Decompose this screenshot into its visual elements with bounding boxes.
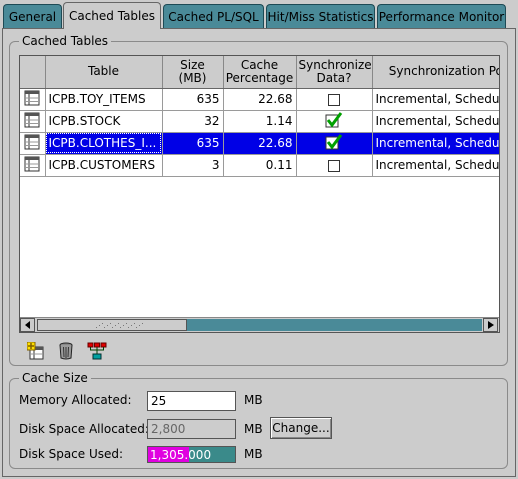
cell-size: 635 <box>162 132 224 155</box>
cell-sync-checkbox[interactable] <box>296 88 373 111</box>
column-header-table[interactable]: Table <box>45 56 163 89</box>
add-table-icon[interactable] <box>25 340 47 362</box>
cell-cache-percentage: 22.68 <box>223 132 297 155</box>
cell-table-name: ICPB.STOCK <box>45 110 163 133</box>
sync-checkbox-unchecked[interactable] <box>328 159 340 172</box>
column-header-synchronization-policy[interactable]: Synchronization Policy <box>372 56 499 89</box>
cached-tables-table: Table Size (MB) Cache Percentage Synchro… <box>19 55 500 333</box>
disk-space-allocated-input: 2,800 <box>147 419 236 439</box>
memory-allocated-input[interactable]: 25 <box>147 391 236 411</box>
scrollbar-thumb[interactable] <box>37 319 187 331</box>
table-grid-icon <box>20 110 46 133</box>
tab-hit-miss-statistics[interactable]: Hit/Miss Statistics <box>266 4 375 28</box>
delete-trash-icon[interactable] <box>55 340 77 362</box>
table-row[interactable]: ICPB.CUSTOMERS 3 0.11 Incremental, Sched… <box>20 154 499 177</box>
disk-space-allocated-label: Disk Space Allocated: <box>19 422 149 436</box>
cell-size: 32 <box>162 110 224 133</box>
table-row[interactable]: ICPB.TOY_ITEMS 635 22.68 Incremental, Sc… <box>20 88 499 111</box>
checkmark-icon[interactable] <box>325 111 343 131</box>
change-button[interactable]: Change... <box>270 417 332 439</box>
cell-sync-checkbox[interactable] <box>296 110 373 133</box>
table-row-selected[interactable]: ICPB.CLOTHES_I... 635 22.68 Incremental,… <box>20 132 499 155</box>
disk-used-unit: MB <box>244 447 263 461</box>
sync-hierarchy-icon[interactable] <box>86 340 108 362</box>
cache-admin-window: General Cached Tables Cached PL/SQL Hit/… <box>0 0 518 479</box>
tab-general[interactable]: General <box>3 4 62 28</box>
cell-table-name: ICPB.CLOTHES_I... <box>45 132 163 155</box>
disk-space-used-label: Disk Space Used: <box>19 447 124 461</box>
cell-sync-policy: Incremental, Scheduled <box>372 88 499 111</box>
scroll-right-arrow-icon[interactable] <box>483 318 498 332</box>
column-header-icon[interactable] <box>20 56 46 89</box>
tab-strip: General Cached Tables Cached PL/SQL Hit/… <box>0 0 518 29</box>
cache-size-group-title: Cache Size <box>19 371 91 385</box>
disk-space-used-value: 1,305.000 <box>150 448 212 462</box>
cell-sync-policy: Incremental, Scheduled <box>372 110 499 133</box>
table-grid-icon <box>20 88 46 111</box>
column-header-cache-percentage[interactable]: Cache Percentage <box>223 56 297 89</box>
tab-cached-plsql[interactable]: Cached PL/SQL <box>163 4 264 28</box>
cell-cache-percentage: 22.68 <box>223 88 297 111</box>
cell-sync-checkbox[interactable] <box>296 154 373 177</box>
cell-table-name: ICPB.CUSTOMERS <box>45 154 163 177</box>
column-header-synchronize-data[interactable]: Synchronize Data? <box>296 56 373 89</box>
scroll-left-arrow-icon[interactable] <box>20 318 35 332</box>
sync-checkbox-unchecked[interactable] <box>328 93 340 106</box>
memory-unit: MB <box>244 393 263 407</box>
scrollbar-track[interactable] <box>187 319 482 331</box>
table-row[interactable]: ICPB.STOCK 32 1.14 Incremental, Schedule… <box>20 110 499 133</box>
cached-tables-group-title: Cached Tables <box>19 34 112 48</box>
cell-cache-percentage: 0.11 <box>223 154 297 177</box>
cell-sync-checkbox[interactable] <box>296 132 373 155</box>
scrollbar-grip-icon <box>96 323 143 328</box>
cell-cache-percentage: 1.14 <box>223 110 297 133</box>
cell-size: 635 <box>162 88 224 111</box>
checkmark-icon[interactable] <box>325 133 343 153</box>
horizontal-scrollbar[interactable] <box>20 317 499 332</box>
table-header-row: Table Size (MB) Cache Percentage Synchro… <box>20 56 499 89</box>
tab-cached-tables[interactable]: Cached Tables <box>63 2 161 29</box>
cell-table-name: ICPB.TOY_ITEMS <box>45 88 163 111</box>
cell-size: 3 <box>162 154 224 177</box>
cell-sync-policy: Incremental, Scheduled <box>372 154 499 177</box>
table-grid-icon <box>20 132 46 155</box>
table-grid-icon <box>20 154 46 177</box>
tab-performance-monitor[interactable]: Performance Monitor <box>377 4 506 28</box>
cell-sync-policy: Incremental, Scheduled <box>372 132 499 155</box>
column-header-size[interactable]: Size (MB) <box>162 56 224 89</box>
disk-space-used-bar: 1,305.000 <box>147 446 236 463</box>
disk-alloc-unit: MB <box>244 422 263 436</box>
memory-allocated-label: Memory Allocated: <box>19 393 132 407</box>
